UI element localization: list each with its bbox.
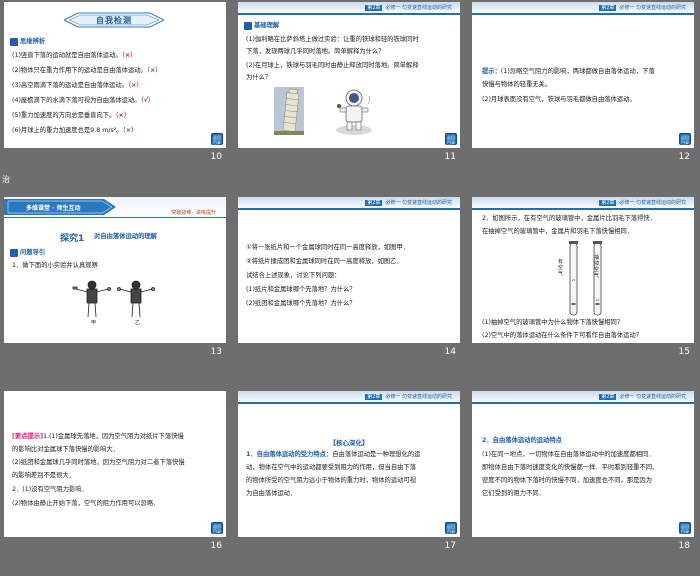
text-line: 它们受到的阻力不同．: [482, 490, 545, 497]
slide-thumbnail-12[interactable]: 第2章 必修一 匀变速直线运动的研究 提示：(1)忽略空气阻力的影响，两球都做自由…: [472, 2, 694, 170]
back-button[interactable]: 返回 目录: [211, 133, 223, 145]
text-line: (2)纸团和金属球几乎同时落地，因为空气阻力对二者下落快慢: [12, 459, 185, 466]
text-line: ②将纸片揉成团和金属球同时在同一高度释放，如图乙．: [246, 258, 403, 265]
chapter-label: 第2章: [599, 394, 617, 400]
slide-number: 14: [444, 347, 456, 357]
leaning-tower-image: [274, 87, 304, 135]
back-button[interactable]: 返回 目录: [445, 133, 457, 145]
question-line: (4)屋檐滴下的水滴下落可视为自由落体运动。（: [12, 97, 144, 104]
slide-thumbnail-10[interactable]: 自我检测 思维辨析 (1)竖直下落的运动就是自由落体运动。（×） (2)物体只在…: [4, 2, 226, 170]
slide-title-banner: 自我检测: [62, 12, 166, 28]
hint-label: 提示：: [482, 68, 501, 75]
text-line: 的影响差别不是很大．: [12, 472, 75, 479]
text-line: 在抽掉空气的玻璃管中，金属片和羽毛下落快慢相同．: [482, 228, 634, 235]
section-marker-icon: [10, 38, 18, 46]
text-line: 1．做下面的小实验并认真观察: [12, 262, 98, 269]
question-line: (3)高空雨滴下落的运动是自由落体运动。（: [12, 82, 132, 89]
figure-label: 乙: [135, 320, 141, 326]
question-line: (6)月球上的重力加速度也是9.8 m/s²。（: [12, 127, 126, 134]
text-line: (2)空气中的落体运动在什么条件下可看作自由落体运动？: [482, 332, 643, 339]
header-title: 必修一 匀变速直线运动的研究: [385, 200, 452, 206]
slide-number: 18: [678, 541, 690, 551]
slide-number: 13: [210, 347, 222, 357]
question-line: (2)物体只在重力作用下的运动是自由落体运动。（: [12, 67, 151, 74]
figure-label: 甲: [91, 320, 97, 326]
chapter-label: 第2章: [599, 200, 617, 206]
back-button[interactable]: 返回 目录: [679, 133, 691, 145]
text-line: 自由落体运动是一种理想化的运: [332, 451, 421, 458]
header-title: 必修一 匀变速直线运动的研究: [619, 394, 686, 400]
glass-tube-figure: [569, 241, 602, 316]
top-left-label: 治: [2, 175, 10, 184]
tube-label: 抽掉空气: [594, 255, 600, 279]
header-title: 必修一 匀变速直线运动的研究: [385, 5, 452, 11]
chapter-label: 第2章: [365, 200, 383, 206]
lead-text: 2．自由落体运动的运动特点: [482, 437, 562, 444]
text-line: 即物体自由下落时速度变化的快慢都一样．平时看到轻重不同、: [482, 464, 659, 471]
slide-thumbnail-17[interactable]: 第2章 必修一 匀变速直线运动的研究 【核心深化】 1．自由落体运动的受力特点：自…: [238, 391, 460, 559]
chapter-label: 第2章: [599, 5, 617, 11]
section-marker-icon: [10, 249, 18, 257]
slide-title: 自我检测: [96, 16, 132, 25]
hint-label: [要点提示]: [12, 433, 43, 440]
text-line: (1)在同一地点，一切物体在自由落体运动中的加速度都相同．: [482, 451, 655, 458]
astronaut-on-moon-image: [334, 86, 374, 136]
section-marker-icon: [244, 22, 252, 30]
slide-number: 12: [678, 152, 690, 162]
text-line: (2)物体由静止开始下落，空气的阻力作用可以忽略．: [12, 500, 160, 507]
section-banner: 多维课堂 · 师生互动: [26, 205, 81, 212]
text-line: 的影响比对金属球下落快慢的影响大．: [12, 446, 120, 453]
text-line: 的物体所受的空气阻力远小于物体的重力时，物体的运动可视: [246, 477, 417, 484]
text-line: 密度不同的物体下落时的快慢不同，加速度也不同，那是因为: [482, 477, 653, 484]
text-line: (1)抽掉空气的玻璃管中为什么物体下落快慢相同？: [482, 319, 624, 326]
back-button[interactable]: 返回 目录: [445, 522, 457, 534]
slide-number: 15: [678, 347, 690, 357]
slide-number: 17: [444, 541, 456, 551]
text-line: (2)月球表面没有空气，铁球与羽毛都做自由落体运动。: [482, 96, 636, 103]
slide-thumbnail-14[interactable]: 第2章 必修一 匀变速直线运动的研究 ①将一张纸片和一个金属球同时在同一高度释放，…: [238, 197, 460, 365]
core-heading: 【核心深化】: [329, 439, 369, 447]
slide-number: 10: [210, 152, 222, 162]
slide-thumbnail-11[interactable]: 第2章 必修一 匀变速直线运动的研究 基础理解 (1)伽利略在比萨斜塔上做过实验：…: [238, 2, 460, 170]
text-line: (1)纸片和金属球哪个先落地？为什么？: [246, 286, 356, 293]
slide-thumbnail-15[interactable]: 第2章 必修一 匀变速直线运动的研究 2．如图所示，在有空气的玻璃管中，金属片比羽…: [472, 197, 694, 365]
text-line: 为什么？: [246, 74, 272, 81]
lead-text: 1．自由落体运动的受力特点：: [246, 451, 333, 458]
text-line: ①将一张纸片和一个金属球同时在同一高度释放，如图甲．: [246, 244, 410, 251]
slide-thumbnail-16[interactable]: [要点提示]1.(1)金属球先落地，因为空气阻力对纸片下落快慢 的影响比对金属球…: [4, 391, 226, 559]
slide-number: 11: [444, 152, 456, 162]
text-line: (1)忽略空气阻力的影响，两球都做自由落体运动，下落: [500, 68, 655, 75]
text-line: 下落，发现两球几乎同时落地。简单解释为什么？: [246, 48, 385, 55]
section-label: 问题导引: [20, 249, 46, 256]
text-line: (2)在月球上，铁球与羽毛同时由静止释放同时落地。简单解释: [246, 62, 419, 69]
text-line: 1.(1)金属球先落地，因为空气阻力对纸片下落快慢: [42, 433, 184, 440]
section-label: 思维辨析: [20, 38, 46, 45]
header-title: 必修一 匀变速直线运动的研究: [619, 200, 686, 206]
text-line: 为自由落体运动．: [246, 490, 297, 497]
experiment-figure: [72, 280, 155, 318]
banner-tag: 突破疑难 · 讲练提升: [171, 210, 216, 216]
text-line: 试结合上述现象，讨论下列问题：: [246, 272, 341, 279]
text-line: (1)伽利略在比萨斜塔上做过实验：让重的铁球和轻的铁球同时: [246, 36, 419, 43]
text-line: 2．如图所示，在有空气的玻璃管中，金属片比羽毛下落得快．: [482, 215, 657, 222]
text-line: (2)纸团和金属球哪个先落地？为什么？: [246, 300, 356, 307]
chapter-label: 第2章: [365, 394, 383, 400]
question-line: (5)重力加速度的方向总是垂直向下。（: [12, 112, 119, 119]
text-line: 快慢与物体的轻重无关。: [482, 81, 552, 88]
header-title: 必修一 匀变速直线运动的研究: [385, 394, 452, 400]
chapter-label: 第2章: [365, 5, 383, 11]
explore-label: 探究1: [60, 234, 85, 244]
explore-title: 对自由落体运动的理解: [94, 233, 157, 240]
question-line: (1)竖直下落的运动就是自由落体运动。（: [12, 52, 125, 59]
slide-thumbnail-13[interactable]: 多维课堂 · 师生互动 突破疑难 · 讲练提升 探究1 对自由落体运动的理解 问…: [4, 197, 226, 365]
text-line: 动，物体在空气中的运动都要受到阻力的作用，但当自由下落: [246, 464, 417, 471]
slide-number: 16: [210, 541, 222, 551]
text-line: 2．(1)没有空气阻力影响．: [12, 486, 88, 493]
tube-label: 有空气: [558, 259, 564, 277]
back-button[interactable]: 返回 目录: [679, 522, 691, 534]
section-label: 基础理解: [254, 22, 280, 29]
back-button[interactable]: 返回 目录: [211, 522, 223, 534]
slide-thumbnail-18[interactable]: 第2章 必修一 匀变速直线运动的研究 2．自由落体运动的运动特点 (1)在同一地点…: [472, 391, 694, 559]
header-title: 必修一 匀变速直线运动的研究: [619, 5, 686, 11]
